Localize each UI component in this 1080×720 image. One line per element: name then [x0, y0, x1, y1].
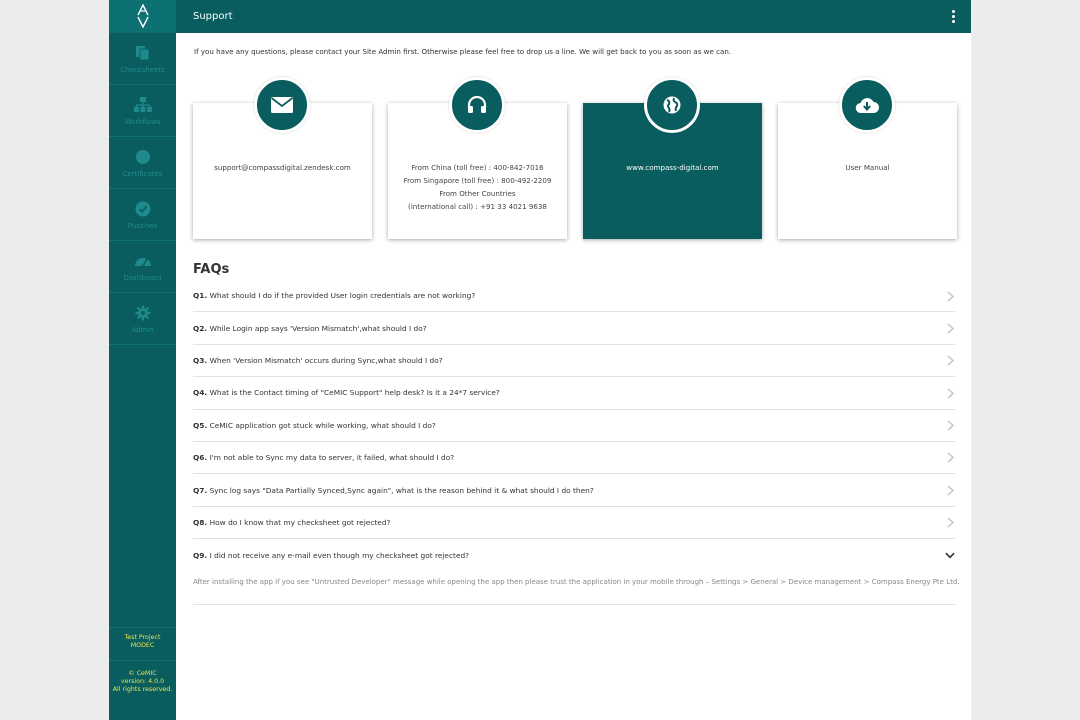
faq-question: Q6. I'm not able to Sync my data to serv…: [193, 453, 455, 463]
faq-heading: FAQs: [193, 262, 230, 277]
email-card[interactable]: support@compassdigital.zendesk.com: [193, 77, 372, 239]
rights-text: All rights reserved.: [112, 686, 173, 693]
gear-icon: [134, 304, 152, 322]
faq-question: Q8. How do I know that my checksheet got…: [193, 517, 391, 527]
app-logo[interactable]: [109, 0, 176, 33]
faq-item-q2[interactable]: Q2. While Login app says 'Version Mismat…: [193, 312, 955, 345]
phone-china: From China (toll free) : 400-842-7016: [411, 163, 544, 172]
sidebar-item-label: Checksheets: [120, 65, 165, 74]
chevron-right-icon[interactable]: [945, 355, 955, 367]
phone-other-heading: From Other Countries: [439, 189, 516, 198]
faq-answer-q9: After installing the app if you see "Unt…: [193, 572, 960, 605]
sidebar-item-punches[interactable]: Punches: [109, 189, 176, 241]
faq-question: Q2. While Login app says 'Version Mismat…: [193, 323, 427, 333]
faq-question: Q4. What is the Contact timing of "CeMIC…: [193, 388, 500, 398]
project-client: MODEC: [130, 642, 155, 649]
chevron-right-icon[interactable]: [945, 420, 955, 432]
more-options-icon[interactable]: [948, 10, 958, 24]
certificate-icon: [134, 148, 152, 166]
sidebar: Checksheets Workflows Certificates Punch…: [109, 0, 176, 720]
chevron-right-icon[interactable]: [945, 387, 955, 399]
faq-item-q5[interactable]: Q5. CeMIC application got stuck while wo…: [193, 410, 955, 442]
faq-question: Q1. What should I do if the provided Use…: [193, 291, 476, 301]
faq-item-q8[interactable]: Q8. How do I know that my checksheet got…: [193, 507, 955, 540]
project-name: Test Project: [124, 634, 161, 641]
chevron-right-icon[interactable]: [945, 484, 955, 496]
faq-item-q9[interactable]: Q9. I did not receive any e-mail even th…: [193, 539, 955, 571]
chevron-right-icon[interactable]: [945, 517, 955, 529]
copyright-info: © CeMIC version: 4.0.0 All rights reserv…: [109, 660, 176, 694]
user-manual-link[interactable]: User Manual: [778, 161, 957, 174]
logo-icon: [136, 4, 149, 28]
sidebar-item-admin[interactable]: Admin: [109, 293, 176, 345]
sidebar-item-label: Dashboard: [123, 273, 162, 282]
user-manual-card[interactable]: User Manual: [778, 77, 957, 239]
faq-question: Q3. When 'Version Mismatch' occurs durin…: [193, 355, 443, 365]
phone-lines: From China (toll free) : 400-842-7016 Fr…: [388, 161, 567, 213]
phone-card[interactable]: From China (toll free) : 400-842-7016 Fr…: [388, 77, 567, 239]
faq-item-q7[interactable]: Q7. Sync log says "Data Partially Synced…: [193, 474, 955, 507]
sidebar-item-label: Workflows: [124, 117, 161, 126]
sidebar-item-workflows[interactable]: Workflows: [109, 85, 176, 137]
page-title: Support: [193, 11, 233, 22]
chevron-down-icon[interactable]: [945, 549, 955, 561]
faq-item-q4[interactable]: Q4. What is the Contact timing of "CeMIC…: [193, 377, 955, 410]
sidebar-item-checksheets[interactable]: Checksheets: [109, 33, 176, 85]
copyright-brand: © CeMIC: [128, 670, 157, 677]
phone-singapore: From Singapore (toll free) : 800-492-220…: [403, 176, 552, 185]
headphones-icon: [449, 77, 505, 133]
faq-list: Q1. What should I do if the provided Use…: [193, 280, 960, 605]
sidebar-item-label: Punches: [127, 221, 158, 230]
punch-check-icon: [134, 200, 152, 218]
chevron-right-icon[interactable]: [945, 322, 955, 334]
app-window: Checksheets Workflows Certificates Punch…: [109, 0, 971, 720]
email-address[interactable]: support@compassdigital.zendesk.com: [193, 161, 372, 174]
phone-international: (international call) : +91 33 4021 9638: [408, 202, 547, 211]
project-info: Test Project MODEC: [109, 627, 176, 660]
cloud-download-icon: [839, 77, 895, 133]
envelope-icon: [254, 77, 310, 133]
sidebar-item-dashboard[interactable]: Dashboard: [109, 241, 176, 293]
faq-item-q3[interactable]: Q3. When 'Version Mismatch' occurs durin…: [193, 345, 955, 378]
website-link[interactable]: www.compass-digital.com: [583, 161, 762, 174]
faq-item-q1[interactable]: Q1. What should I do if the provided Use…: [193, 280, 955, 313]
dashboard-gauge-icon: [134, 252, 152, 270]
intro-text: If you have any questions, please contac…: [194, 47, 732, 56]
sidebar-item-certificates[interactable]: Certificates: [109, 137, 176, 189]
chevron-right-icon[interactable]: [945, 452, 955, 464]
globe-icon: [644, 77, 700, 133]
top-bar: Support: [176, 0, 971, 33]
chevron-right-icon[interactable]: [945, 290, 955, 302]
faq-question: Q7. Sync log says "Data Partially Synced…: [193, 485, 594, 495]
checksheets-icon: [134, 44, 152, 62]
sidebar-item-label: Certificates: [122, 169, 163, 178]
faq-item-q6[interactable]: Q6. I'm not able to Sync my data to serv…: [193, 442, 955, 475]
website-card[interactable]: www.compass-digital.com: [583, 77, 762, 239]
workflow-icon: [133, 96, 152, 114]
sidebar-item-label: Admin: [131, 325, 154, 334]
faq-question: Q9. I did not receive any e-mail even th…: [193, 550, 470, 560]
app-version: version: 4.0.0: [120, 678, 165, 685]
faq-question: Q5. CeMIC application got stuck while wo…: [193, 420, 436, 430]
